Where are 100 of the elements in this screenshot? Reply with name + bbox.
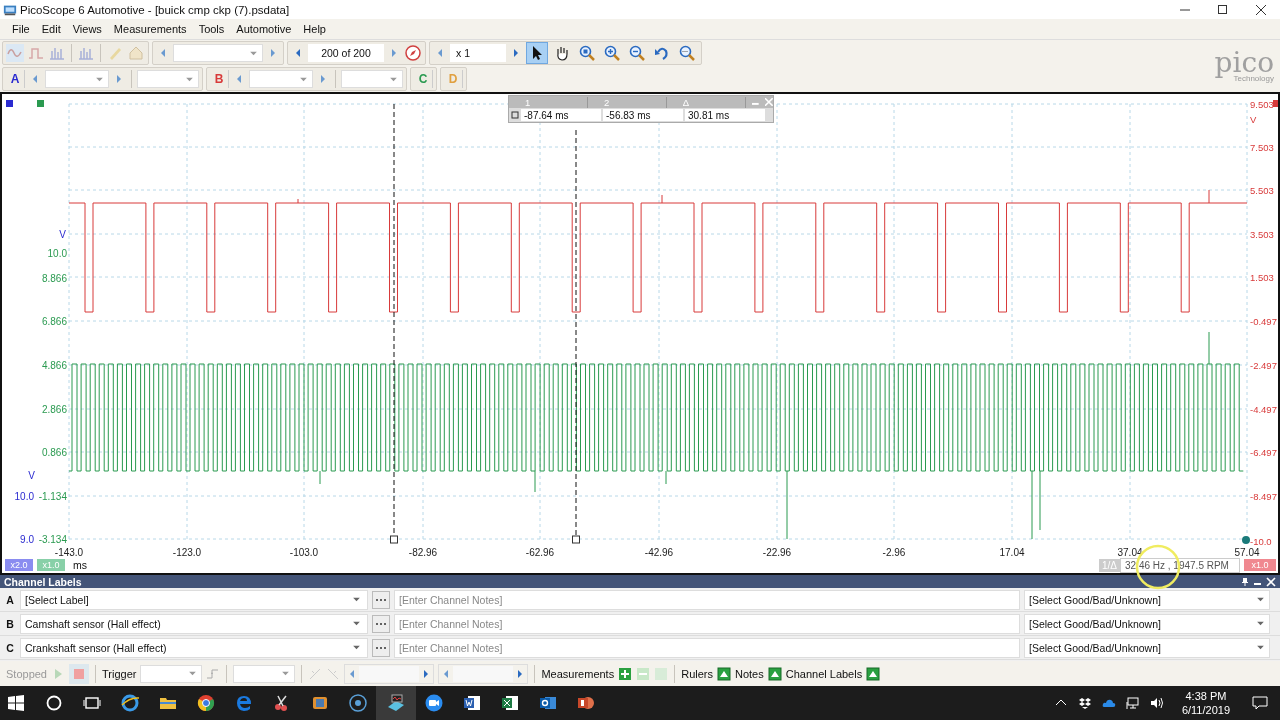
caret-icon[interactable] <box>249 50 258 56</box>
caret-icon[interactable] <box>352 621 361 626</box>
axis-label: 9.503 <box>1250 99 1274 110</box>
right-arrow-icon[interactable] <box>422 668 431 679</box>
label-dropdown[interactable]: Crankshaft sensor (Hall effect) <box>20 637 368 658</box>
channel-button[interactable]: B <box>210 70 229 88</box>
globe-icon[interactable] <box>120 693 140 713</box>
left-arrow-icon[interactable] <box>159 48 167 58</box>
left-arrow-icon[interactable] <box>442 668 451 679</box>
caret-icon[interactable] <box>188 671 198 676</box>
channel-marker[interactable] <box>37 100 44 107</box>
status-dropdown[interactable]: [Select Good/Bad/Unknown] <box>1024 613 1270 634</box>
left-arrow-icon[interactable] <box>294 48 302 58</box>
label-dropdown[interactable]: [Select Label] <box>20 589 368 610</box>
search-icon[interactable] <box>44 693 64 713</box>
menu-item[interactable]: Views <box>66 23 108 35</box>
browser-icon[interactable] <box>234 693 254 713</box>
start-icon[interactable] <box>6 693 26 713</box>
channel-button[interactable]: A <box>6 70 25 88</box>
ellipsis-icon[interactable] <box>375 597 387 602</box>
caret-icon[interactable] <box>299 76 308 82</box>
menu-item[interactable]: Measurements <box>107 23 193 35</box>
label-dropdown[interactable]: Camshaft sensor (Hall effect) <box>20 613 368 634</box>
spreadsheet-icon[interactable] <box>500 693 520 713</box>
spin-field[interactable] <box>344 663 435 684</box>
caret-icon[interactable] <box>352 645 361 650</box>
axis-label: -103.0 <box>289 547 319 557</box>
notes-field[interactable]: [Enter Channel Notes] <box>394 637 1020 658</box>
toggle-icon[interactable] <box>767 666 782 681</box>
trigger-marker[interactable] <box>1242 536 1250 544</box>
menu-item[interactable]: Automotive <box>230 23 298 35</box>
menu-item[interactable]: Edit <box>35 23 67 35</box>
status-dropdown[interactable]: [Select Good/Bad/Unknown] <box>1024 589 1270 610</box>
notes-field[interactable]: [Enter Channel Notes] <box>394 589 1020 610</box>
axis-label: 8.866 <box>41 273 67 284</box>
notes-field[interactable]: [Enter Channel Notes] <box>394 613 1020 634</box>
caret-icon[interactable] <box>1256 621 1265 626</box>
ruler-value: -56.83 ms <box>603 109 683 121</box>
left-arrow-icon[interactable] <box>348 668 357 679</box>
taskbar-button[interactable] <box>376 686 416 720</box>
document-icon[interactable] <box>462 693 482 713</box>
right-arrow-icon[interactable] <box>390 48 398 58</box>
toggle-icon[interactable] <box>866 666 881 681</box>
logo-tagline: Technology <box>1233 73 1274 83</box>
pin-icon[interactable] <box>1240 576 1250 587</box>
ruler-line[interactable] <box>572 129 580 544</box>
clock-time[interactable]: 4:38 PM <box>1185 689 1227 703</box>
clock-date[interactable]: 6/11/2019 <box>1181 703 1230 717</box>
axis-label: 1.503 <box>1250 272 1274 283</box>
right-arrow-icon[interactable] <box>512 48 520 58</box>
compass-icon[interactable] <box>404 44 422 62</box>
box-icon[interactable] <box>1077 696 1092 710</box>
axis-label: -123.0 <box>172 547 202 557</box>
axis-label: -2.497 <box>1250 360 1277 371</box>
ruler-line[interactable] <box>390 103 398 544</box>
ellipsis-button[interactable] <box>372 614 390 633</box>
right-arrow-icon[interactable] <box>269 48 277 58</box>
right-arrow-icon[interactable] <box>516 668 525 679</box>
caret-icon[interactable] <box>95 76 104 82</box>
menu-item[interactable]: File <box>6 23 36 35</box>
volume-icon[interactable] <box>1149 696 1164 710</box>
ellipsis-icon[interactable] <box>375 645 387 650</box>
camera-icon[interactable] <box>424 693 444 713</box>
caret-icon[interactable] <box>1256 597 1265 602</box>
caret-icon[interactable] <box>352 597 361 602</box>
axis-label: -42.96 <box>644 547 674 557</box>
menu-item[interactable]: Help <box>297 23 332 35</box>
ruler-value: -87.64 ms <box>521 109 601 121</box>
zoom-field[interactable]: x 1 <box>450 44 506 62</box>
right-arrow-icon[interactable] <box>115 74 123 84</box>
buffer-field[interactable]: 200 of 200 <box>308 44 384 62</box>
axis-label: -1.134 <box>38 491 67 502</box>
left-arrow-icon[interactable] <box>436 48 444 58</box>
panel-title: Channel Labels <box>4 575 82 588</box>
toggle-icon[interactable] <box>717 666 731 681</box>
caret-icon[interactable] <box>389 76 398 82</box>
notification-icon[interactable] <box>1252 695 1268 711</box>
maximize-icon[interactable] <box>1218 4 1228 15</box>
caret-icon[interactable] <box>281 671 291 676</box>
caret-icon[interactable] <box>1256 645 1265 650</box>
axis-label: -2.96 <box>882 547 906 557</box>
spin-field[interactable] <box>438 663 529 684</box>
close-icon[interactable] <box>1256 4 1266 15</box>
menu-item[interactable]: Tools <box>192 23 231 35</box>
ellipsis-button[interactable] <box>372 590 390 609</box>
status-label: Stopped <box>6 667 47 680</box>
left-arrow-icon[interactable] <box>31 74 39 84</box>
channel-marker[interactable] <box>6 100 13 107</box>
channel-marker[interactable] <box>1273 100 1278 107</box>
add-icon[interactable] <box>618 666 633 681</box>
network-icon[interactable] <box>1125 696 1140 710</box>
window-title: PicoScope 6 Automotive - [buick cmp ckp (7).psdata] <box>20 3 290 16</box>
status-dropdown[interactable]: [Select Good/Bad/Unknown] <box>1024 637 1270 658</box>
wheel-icon[interactable] <box>196 693 216 713</box>
ring-icon[interactable] <box>348 693 368 713</box>
ellipsis-icon[interactable] <box>375 621 387 626</box>
caret-icon[interactable] <box>185 76 194 82</box>
ellipsis-button[interactable] <box>372 638 390 657</box>
left-arrow-icon[interactable] <box>235 74 243 84</box>
right-arrow-icon[interactable] <box>319 74 327 84</box>
